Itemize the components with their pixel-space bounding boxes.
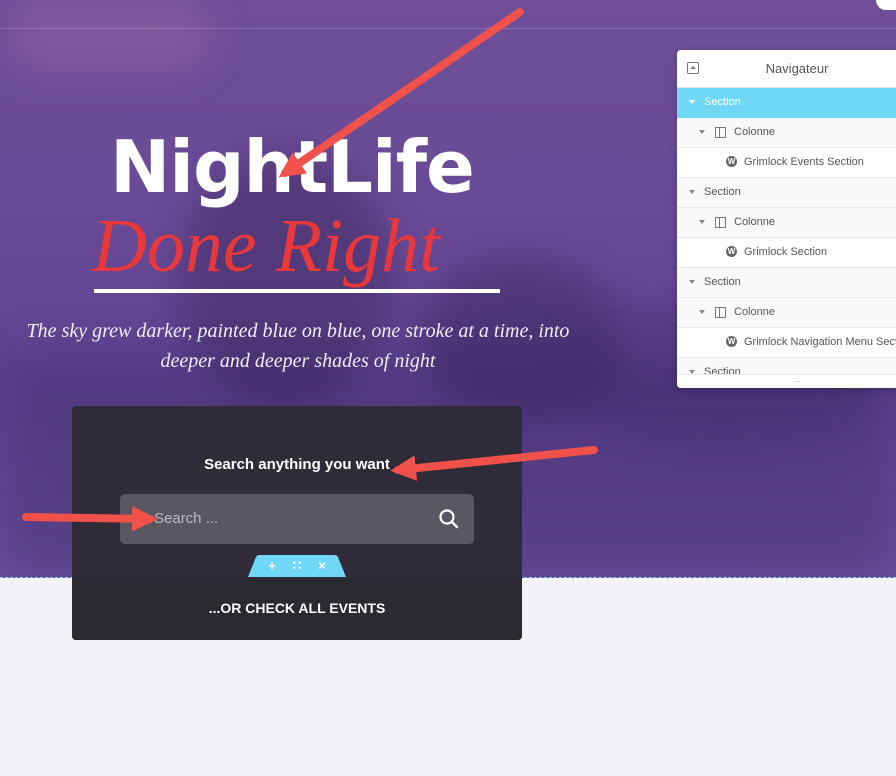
page: NightLife Done Right The sky grew darker…	[0, 0, 896, 776]
navigator-item[interactable]: Section	[677, 268, 896, 298]
section-edit-handle[interactable]: + ∷ ×	[248, 555, 346, 577]
wordpress-icon: W	[726, 336, 737, 347]
column-icon	[715, 307, 726, 318]
wordpress-icon: W	[726, 156, 737, 167]
navigator-item-label: Grimlock Events Section	[744, 156, 864, 168]
navigator-item[interactable]: Colonne	[677, 118, 896, 148]
navigator-item[interactable]: W Grimlock Section	[677, 238, 896, 268]
navigator-item-label: Section	[704, 186, 741, 198]
navigator-header: Navigateur	[677, 50, 896, 88]
navigator-item[interactable]: Section	[677, 178, 896, 208]
column-icon	[715, 127, 726, 138]
navigator-item-label: Grimlock Navigation Menu Section	[744, 336, 896, 348]
expand-caret-icon[interactable]	[689, 280, 695, 284]
navigator-item-label: Grimlock Section	[744, 246, 828, 258]
hero-tagline: The sky grew darker, painted blue on blu…	[26, 320, 570, 372]
check-all-events-link[interactable]: ...OR CHECK ALL EVENTS	[72, 600, 522, 616]
column-icon	[715, 217, 726, 228]
expand-caret-icon[interactable]	[699, 130, 705, 134]
wordpress-icon: W	[726, 246, 737, 257]
expand-caret-icon[interactable]	[689, 190, 695, 194]
hero-background-blur	[10, 0, 210, 70]
navigator-item[interactable]: Colonne	[677, 298, 896, 328]
search-input[interactable]: Search ...	[120, 494, 474, 544]
navigator-item[interactable]: W Grimlock Navigation Menu Section	[677, 328, 896, 358]
hero-title-line2: Done Right	[92, 204, 441, 288]
add-section-button[interactable]: +	[263, 557, 281, 575]
expand-caret-icon[interactable]	[689, 100, 695, 104]
navigator-resize-handle[interactable]: ...	[677, 374, 896, 388]
navigator-item[interactable]: Section	[677, 88, 896, 118]
hero-title-line1: NightLife	[110, 125, 475, 209]
expand-caret-icon[interactable]	[699, 220, 705, 224]
search-placeholder: Search ...	[154, 510, 219, 527]
search-icon[interactable]	[438, 508, 460, 530]
navigator-item[interactable]: Colonne	[677, 208, 896, 238]
navigator-item[interactable]: W Grimlock Events Section	[677, 148, 896, 178]
window-corner	[876, 0, 896, 10]
navigator-panel: Navigateur Section Colonne W Grimlock Event…	[677, 50, 896, 388]
search-heading: Search anything you want	[204, 456, 390, 473]
navigator-item-label: Colonne	[734, 216, 775, 228]
expand-caret-icon[interactable]	[699, 310, 705, 314]
navigator-item-label: Colonne	[734, 306, 775, 318]
drag-handle-icon[interactable]: ∷	[288, 557, 306, 575]
divider	[0, 28, 896, 29]
navigator-title: Navigateur	[765, 61, 829, 76]
navigator-item-label: Section	[704, 276, 741, 288]
delete-section-button[interactable]: ×	[313, 557, 331, 575]
search-card: Search anything you want Search ... ...O…	[72, 406, 522, 640]
navigator-item-label: Colonne	[734, 126, 775, 138]
navigator-item-label: Section	[704, 96, 741, 108]
title-underline	[94, 289, 500, 293]
